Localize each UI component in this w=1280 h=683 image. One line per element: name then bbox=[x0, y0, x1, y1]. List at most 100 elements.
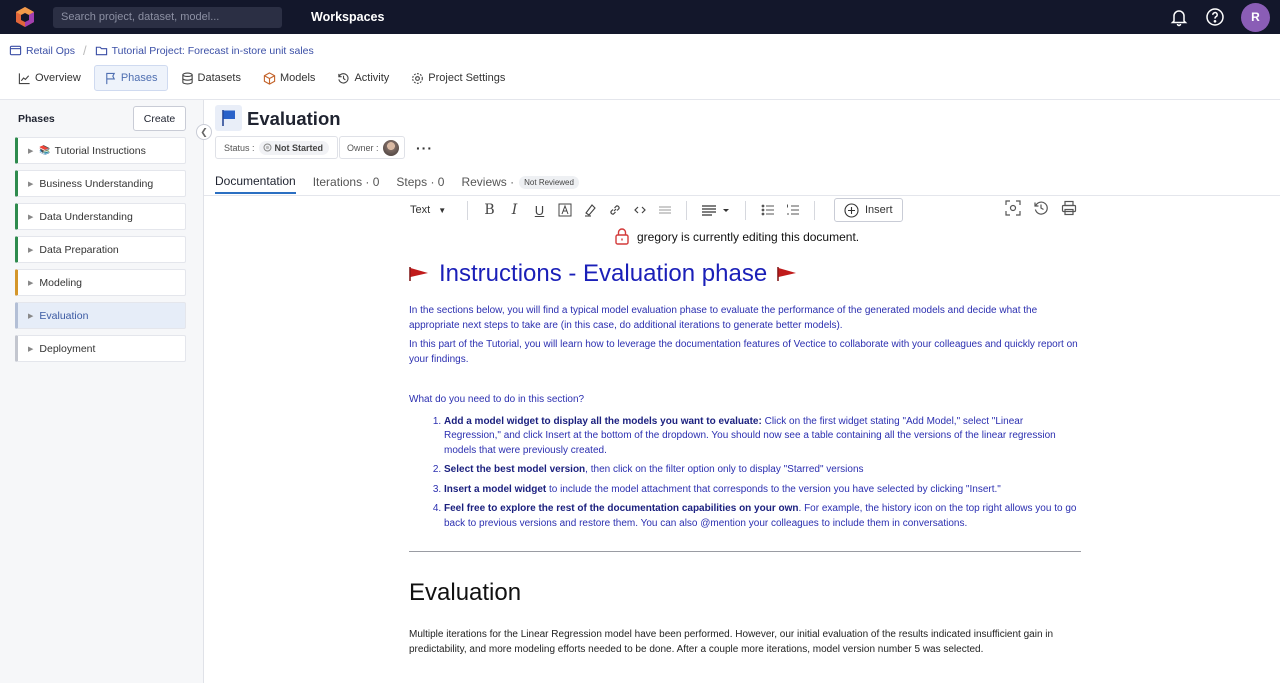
help-icon[interactable] bbox=[1205, 7, 1225, 27]
sidebar-item-data-preparation[interactable]: ▶ Data Preparation bbox=[15, 236, 186, 263]
owner-selector[interactable]: Owner : bbox=[339, 136, 405, 159]
document-body[interactable]: Instructions - Evaluation phase In the s… bbox=[409, 260, 1081, 657]
italic-icon[interactable]: I bbox=[507, 202, 522, 218]
sidebar-item-tutorial-instructions[interactable]: ▶ 📚 Tutorial Instructions bbox=[15, 137, 186, 164]
numbered-list-icon[interactable] bbox=[785, 203, 800, 218]
workspace-icon bbox=[9, 45, 22, 56]
red-flag-icon bbox=[409, 267, 428, 281]
print-icon[interactable] bbox=[1061, 200, 1077, 216]
tabs-divider bbox=[204, 195, 1280, 196]
plus-circle-icon bbox=[844, 202, 859, 218]
caret-right-icon: ▶ bbox=[28, 213, 34, 221]
create-phase-button[interactable]: Create bbox=[133, 106, 186, 131]
tab-project-settings-label: Project Settings bbox=[428, 72, 506, 84]
tab-reviews[interactable]: Reviews · Not Reviewed bbox=[461, 174, 579, 194]
sidebar-item-label: Modeling bbox=[39, 276, 83, 289]
doc-paragraph: In the sections below, you will find a t… bbox=[409, 305, 1038, 331]
sidebar-item-deployment[interactable]: ▶ Deployment bbox=[15, 335, 186, 362]
underline-icon[interactable]: U bbox=[532, 203, 547, 218]
step-rest: , then click on the filter option only t… bbox=[585, 464, 864, 475]
sidebar-item-business-understanding[interactable]: ▶ Business Understanding bbox=[15, 170, 186, 197]
vectice-logo-icon[interactable] bbox=[14, 6, 36, 28]
doc-heading-evaluation: Evaluation bbox=[409, 579, 522, 606]
tab-steps[interactable]: Steps · 0 bbox=[396, 174, 444, 194]
bullet-list-icon[interactable] bbox=[760, 203, 775, 218]
tab-iterations[interactable]: Iterations · 0 bbox=[313, 174, 380, 194]
text-color-icon[interactable] bbox=[557, 203, 572, 218]
toolbar-divider bbox=[467, 200, 468, 220]
text-style-select[interactable]: Text ▼ bbox=[410, 204, 458, 216]
editing-lock-notice: gregory is currently editing this docume… bbox=[615, 228, 859, 245]
breadcrumb-separator: / bbox=[83, 43, 87, 58]
caret-right-icon: ▶ bbox=[28, 312, 34, 320]
tab-datasets[interactable]: Datasets bbox=[172, 65, 250, 91]
collapse-sidebar-button[interactable]: ❮ bbox=[196, 124, 212, 140]
caret-right-icon: ▶ bbox=[28, 147, 34, 155]
highlighter-icon[interactable] bbox=[582, 203, 597, 218]
phase-tabs: Documentation Iterations · 0 Steps · 0 R… bbox=[215, 174, 579, 194]
search-input[interactable]: Search project, dataset, model... bbox=[53, 6, 282, 28]
caret-right-icon: ▶ bbox=[28, 180, 34, 188]
status-label: Status : bbox=[224, 142, 255, 153]
top-bar: Search project, dataset, model... Worksp… bbox=[0, 0, 1280, 34]
chevron-left-icon: ❮ bbox=[200, 126, 208, 137]
project-icon bbox=[95, 46, 107, 56]
tab-models[interactable]: Models bbox=[254, 65, 324, 91]
bold-icon[interactable]: B bbox=[482, 202, 497, 218]
align-icon[interactable] bbox=[701, 203, 731, 218]
phase-content: Evaluation Status : Not Started Owner : … bbox=[204, 100, 1280, 683]
user-avatar[interactable]: R bbox=[1241, 2, 1270, 32]
models-cube-icon bbox=[263, 71, 276, 85]
owner-avatar bbox=[382, 139, 399, 156]
sidebar-item-evaluation[interactable]: ▶ Evaluation bbox=[15, 302, 186, 329]
sidebar-item-data-understanding[interactable]: ▶ Data Understanding bbox=[15, 203, 186, 230]
link-icon[interactable] bbox=[607, 203, 622, 218]
tab-label: Reviews · bbox=[461, 175, 515, 189]
toolbar-divider bbox=[814, 200, 815, 220]
more-options-button[interactable]: ··· bbox=[416, 140, 433, 156]
project-nav: Overview Phases Datasets Models Activity… bbox=[9, 65, 514, 91]
caret-right-icon: ▶ bbox=[28, 279, 34, 287]
step-bold: Feel free to explore the rest of the doc… bbox=[444, 503, 799, 514]
doc-paragraph: In this part of the Tutorial, you will l… bbox=[409, 339, 1078, 365]
doc-steps-list: Add a model widget to display all the mo… bbox=[444, 415, 1081, 532]
page-title[interactable]: Evaluation bbox=[247, 108, 341, 130]
step-bold: Add a model widget to display all the mo… bbox=[444, 415, 762, 427]
insert-button[interactable]: Insert bbox=[834, 198, 903, 222]
editor-toolbar: Text ▼ B I U Insert bbox=[410, 198, 1070, 222]
sidebar-item-label: Business Understanding bbox=[39, 177, 154, 190]
doc-heading-text: Instructions - Evaluation phase bbox=[439, 260, 768, 287]
toolbar-divider bbox=[745, 200, 746, 220]
sidebar-item-label: Data Preparation bbox=[39, 243, 119, 256]
tab-label: Documentation bbox=[215, 174, 296, 188]
tab-phases[interactable]: Phases bbox=[93, 65, 168, 91]
list-item: Insert a model widget to include the mod… bbox=[444, 483, 1081, 498]
status-selector[interactable]: Status : Not Started bbox=[215, 136, 339, 159]
tab-project-settings[interactable]: Project Settings bbox=[402, 65, 514, 91]
red-flag-icon bbox=[777, 267, 797, 281]
doc-paragraph: Multiple iterations for the Linear Regre… bbox=[409, 629, 1054, 655]
horizontal-rule-icon[interactable] bbox=[657, 203, 672, 218]
step-rest: to include the model attachment that cor… bbox=[546, 483, 1001, 495]
tab-phases-label: Phases bbox=[120, 72, 158, 84]
tab-datasets-label: Datasets bbox=[197, 72, 241, 84]
workspaces-link[interactable]: Workspaces bbox=[311, 10, 384, 24]
sidebar-item-modeling[interactable]: ▶ Modeling bbox=[15, 269, 186, 296]
breadcrumb-project[interactable]: Tutorial Project: Forecast in-store unit… bbox=[112, 45, 314, 57]
fullscreen-icon[interactable] bbox=[1005, 200, 1021, 216]
tab-documentation[interactable]: Documentation bbox=[215, 174, 296, 194]
tab-activity[interactable]: Activity bbox=[328, 65, 398, 91]
list-item: Feel free to explore the rest of the doc… bbox=[444, 502, 1081, 531]
code-icon[interactable] bbox=[632, 203, 647, 218]
breadcrumb-workspace[interactable]: Retail Ops bbox=[26, 45, 75, 57]
step-bold: Insert a model widget bbox=[444, 483, 547, 495]
phases-sidebar: Phases Create ❮ ▶ 📚 Tutorial Instruction… bbox=[0, 100, 212, 683]
doc-divider bbox=[409, 551, 1081, 552]
tab-overview[interactable]: Overview bbox=[9, 65, 90, 91]
text-style-value: Text bbox=[410, 204, 431, 216]
version-history-icon[interactable] bbox=[1033, 200, 1049, 216]
insert-label: Insert bbox=[865, 204, 893, 216]
bell-icon[interactable] bbox=[1169, 7, 1189, 27]
caret-right-icon: ▶ bbox=[28, 246, 34, 254]
tab-label: Iterations · 0 bbox=[312, 175, 380, 189]
